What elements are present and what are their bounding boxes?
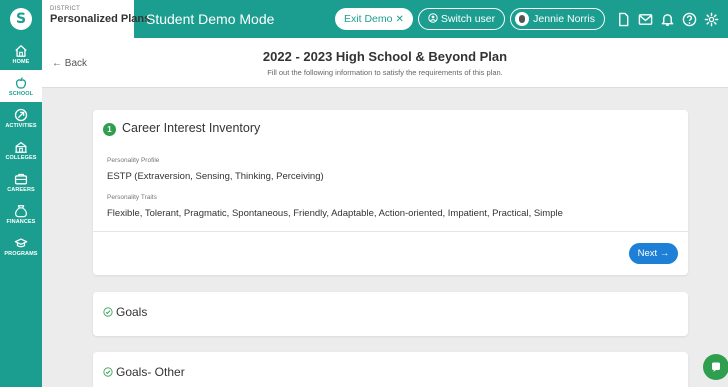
user-menu-button[interactable]: Jennie Norris [510, 8, 605, 30]
district-label: DISTRICT [50, 6, 81, 12]
avatar [515, 12, 530, 26]
switch-user-icon [428, 12, 438, 26]
app-logo[interactable]: S [0, 0, 42, 38]
logo-icon: S [10, 8, 32, 30]
district-name: Personalized Plans [50, 13, 151, 25]
switch-user-button[interactable]: Switch user [417, 8, 506, 30]
sidebar-item-finances[interactable]: FINANCES [0, 198, 42, 230]
briefcase-icon [14, 173, 28, 184]
activities-icon [14, 108, 28, 121]
money-bag-icon [15, 204, 27, 217]
sidebar-item-label: ACTIVITIES [5, 122, 37, 129]
personality-profile-value: ESTP (Extraversion, Sensing, Thinking, P… [107, 171, 324, 182]
document-icon[interactable] [614, 10, 632, 28]
page-header: ← Back 2022 - 2023 High School & Beyond … [42, 38, 728, 88]
personality-traits-label: Personality Traits [107, 194, 157, 201]
section-card-goals-other[interactable]: Goals- Other [93, 352, 688, 387]
exit-demo-label: Exit Demo [344, 13, 393, 25]
sidebar-item-label: CAREERS [7, 186, 35, 193]
help-icon[interactable] [680, 10, 698, 28]
section-card-career-interest-inventory: 1 Career Interest Inventory Personality … [93, 110, 688, 275]
top-bar: S DISTRICT Personalized Plans Student De… [0, 0, 728, 38]
page-title: 2022 - 2023 High School & Beyond Plan [262, 49, 508, 64]
personality-traits-value: Flexible, Tolerant, Pragmatic, Spontaneo… [107, 208, 563, 219]
section-title[interactable]: Career Interest Inventory [122, 121, 260, 135]
switch-user-label: Switch user [440, 13, 496, 25]
section-title: Goals [116, 305, 148, 319]
sidebar-item-label: SCHOOL [8, 90, 34, 97]
page-subtitle: Fill out the following information to sa… [267, 68, 503, 77]
home-icon [15, 44, 27, 57]
section-title: Goals- Other [116, 365, 185, 379]
college-icon [15, 141, 27, 153]
sidebar-item-home[interactable]: HOME [0, 38, 42, 70]
programs-icon [14, 237, 28, 247]
check-circle-icon [103, 367, 113, 377]
sidebar-item-label: FINANCES [6, 218, 36, 225]
sidebar-item-label: COLLEGES [5, 154, 37, 161]
mode-title: Student Demo Mode [146, 11, 275, 27]
exit-demo-button[interactable]: Exit Demo ✕ [335, 8, 413, 30]
close-icon: ✕ [395, 13, 404, 25]
check-circle-icon [103, 307, 113, 317]
sidebar-item-activities[interactable]: ACTIVITIES [0, 102, 42, 134]
sidebar-item-careers[interactable]: CAREERS [0, 166, 42, 198]
step-badge: 1 [103, 123, 116, 136]
sidebar-item-label: PROGRAMS [4, 250, 38, 257]
card-divider [93, 231, 688, 232]
sidebar-item-colleges[interactable]: COLLEGES [0, 134, 42, 166]
user-name: Jennie Norris [533, 13, 595, 25]
bell-icon[interactable] [658, 10, 676, 28]
chat-button[interactable] [703, 354, 728, 380]
district-selector[interactable]: DISTRICT Personalized Plans [42, 0, 151, 38]
sidebar-item-label: HOME [12, 58, 30, 65]
next-button[interactable]: Next → [629, 243, 678, 264]
sidebar: HOME SCHOOL ACTIVITIES COLLEGES CAREERS … [0, 38, 42, 387]
sidebar-item-programs[interactable]: PROGRAMS [0, 230, 42, 262]
chat-icon [712, 362, 720, 372]
apple-icon [15, 76, 27, 89]
section-card-goals[interactable]: Goals [93, 292, 688, 336]
mail-icon[interactable] [636, 10, 654, 28]
personality-profile-label: Personality Profile [107, 157, 160, 164]
settings-icon[interactable] [702, 10, 720, 28]
sidebar-item-school[interactable]: SCHOOL [0, 70, 42, 102]
